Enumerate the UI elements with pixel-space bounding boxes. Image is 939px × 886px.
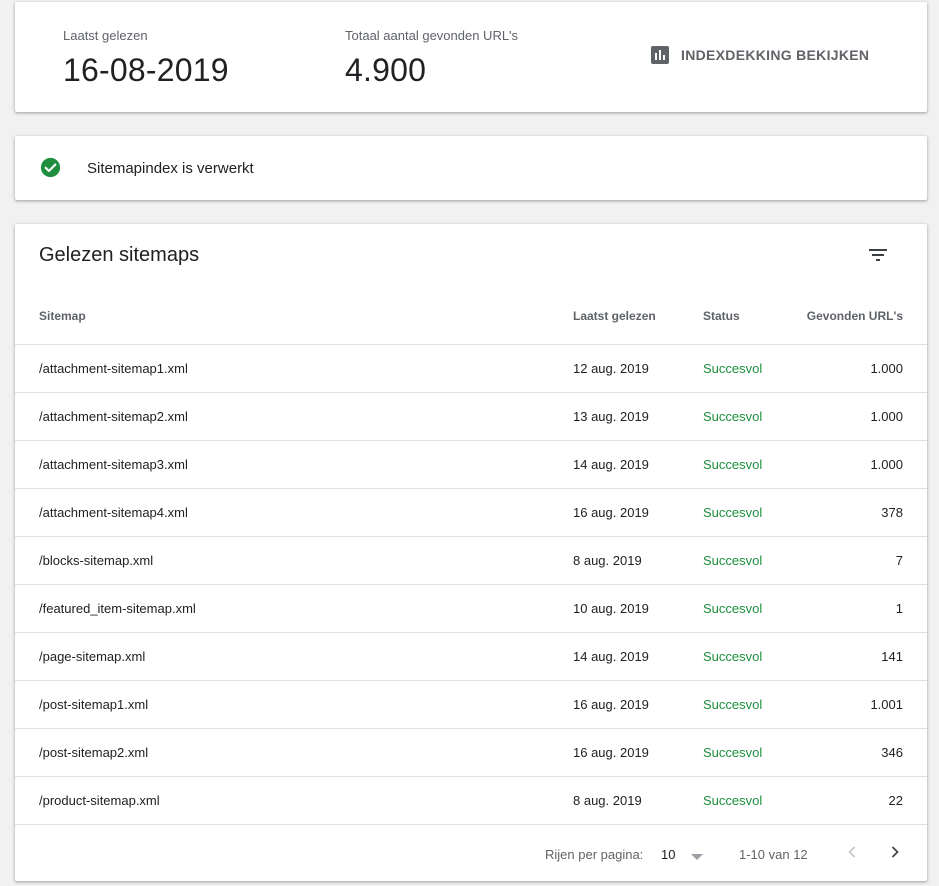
table-row[interactable]: /product-sitemap.xml 8 aug. 2019 Succesv… (15, 776, 927, 824)
sitemap-cell: /attachment-sitemap1.xml (39, 361, 188, 376)
last-read-value: 16-08-2019 (63, 52, 229, 88)
table-row[interactable]: /featured_item-sitemap.xml 10 aug. 2019 … (15, 584, 927, 632)
status-cell: Succesvol (703, 793, 763, 808)
total-urls-stat: Totaal aantal gevonden URL's 4.900 (345, 28, 518, 89)
check-circle-icon (40, 157, 61, 178)
sitemap-cell: /page-sitemap.xml (39, 649, 146, 664)
status-cell: Succesvol (703, 745, 763, 760)
chevron-right-icon[interactable] (885, 842, 905, 862)
table-row[interactable]: /post-sitemap1.xml 16 aug. 2019 Succesvo… (15, 680, 927, 728)
last-read-cell: 16 aug. 2019 (573, 697, 649, 712)
status-cell: Succesvol (703, 649, 763, 664)
table-row[interactable]: /blocks-sitemap.xml 8 aug. 2019 Succesvo… (15, 536, 927, 584)
table-row[interactable]: /attachment-sitemap2.xml 13 aug. 2019 Su… (15, 392, 927, 440)
urls-cell: 7 (895, 553, 903, 568)
rows-per-page-select[interactable]: 10 (661, 845, 709, 865)
last-read-cell: 10 aug. 2019 (573, 601, 649, 616)
total-urls-label: Totaal aantal gevonden URL's (345, 28, 519, 43)
table-title: Gelezen sitemaps (39, 244, 200, 266)
urls-cell: 1.000 (870, 457, 903, 472)
rows-per-page-label: Rijen per pagina: (545, 847, 644, 862)
view-coverage-button[interactable]: INDEXDEKKING BEKIJKEN (651, 46, 869, 64)
column-header-urls[interactable]: Gevonden URL's (807, 309, 903, 323)
processing-status-card: Sitemapindex is verwerkt (15, 136, 927, 200)
table-row[interactable]: /attachment-sitemap4.xml 16 aug. 2019 Su… (15, 488, 927, 536)
status-cell: Succesvol (703, 601, 763, 616)
status-cell: Succesvol (703, 457, 763, 472)
urls-cell: 22 (888, 793, 903, 808)
last-read-cell: 14 aug. 2019 (573, 649, 649, 664)
sitemap-cell: /attachment-sitemap3.xml (39, 457, 188, 472)
summary-card: Laatst gelezen 16-08-2019 Totaal aantal … (15, 2, 927, 112)
table-row[interactable]: /attachment-sitemap3.xml 14 aug. 2019 Su… (15, 440, 927, 488)
sitemap-cell: /attachment-sitemap2.xml (39, 409, 188, 424)
table-row[interactable]: /post-sitemap2.xml 16 aug. 2019 Succesvo… (15, 728, 927, 776)
urls-cell: 378 (881, 505, 903, 520)
last-read-label: Laatst gelezen (63, 28, 148, 43)
status-cell: Succesvol (703, 553, 763, 568)
filter-icon[interactable] (866, 243, 890, 267)
sitemap-cell: /blocks-sitemap.xml (39, 553, 154, 568)
sitemaps-table-card: Gelezen sitemaps Sitemap Laatst gelezen … (15, 224, 927, 881)
column-header-last-read[interactable]: Laatst gelezen (573, 309, 656, 323)
urls-cell: 1.000 (870, 361, 903, 376)
sitemap-cell: /post-sitemap1.xml (39, 697, 149, 712)
urls-cell: 1 (895, 601, 903, 616)
last-read-cell: 14 aug. 2019 (573, 457, 649, 472)
urls-cell: 1.001 (870, 697, 903, 712)
column-header-sitemap[interactable]: Sitemap (39, 309, 86, 323)
bar-chart-icon (651, 46, 669, 64)
status-cell: Succesvol (703, 505, 763, 520)
processing-status-text: Sitemapindex is verwerkt (87, 160, 254, 177)
column-header-status[interactable]: Status (703, 309, 740, 323)
view-coverage-label: INDEXDEKKING BEKIJKEN (681, 47, 870, 63)
urls-cell: 141 (881, 649, 903, 664)
urls-cell: 346 (881, 745, 903, 760)
status-cell: Succesvol (703, 361, 763, 376)
last-read-cell: 8 aug. 2019 (573, 793, 642, 808)
last-read-cell: 16 aug. 2019 (573, 745, 649, 760)
table-row[interactable]: /page-sitemap.xml 14 aug. 2019 Succesvol… (15, 632, 927, 680)
sitemap-cell: /post-sitemap2.xml (39, 745, 149, 760)
status-cell: Succesvol (703, 697, 763, 712)
status-cell: Succesvol (703, 409, 763, 424)
urls-cell: 1.000 (870, 409, 903, 424)
last-read-stat: Laatst gelezen 16-08-2019 (63, 28, 229, 89)
pagination-bar: Rijen per pagina: 10 1-10 van 12 (15, 824, 927, 881)
rows-per-page-value: 10 (661, 847, 676, 862)
last-read-cell: 12 aug. 2019 (573, 361, 649, 376)
table-row[interactable]: /attachment-sitemap1.xml 12 aug. 2019 Su… (15, 344, 927, 392)
last-read-cell: 16 aug. 2019 (573, 505, 649, 520)
sitemap-cell: /attachment-sitemap4.xml (39, 505, 188, 520)
table-body: /attachment-sitemap1.xml 12 aug. 2019 Su… (15, 344, 927, 824)
sitemap-cell: /product-sitemap.xml (39, 793, 160, 808)
chevron-left-icon[interactable] (842, 842, 862, 862)
total-urls-value: 4.900 (345, 52, 427, 88)
sitemap-cell: /featured_item-sitemap.xml (39, 601, 196, 616)
pagination-range: 1-10 van 12 (739, 847, 808, 862)
last-read-cell: 8 aug. 2019 (573, 553, 642, 568)
dropdown-arrow-icon (691, 854, 703, 860)
last-read-cell: 13 aug. 2019 (573, 409, 649, 424)
